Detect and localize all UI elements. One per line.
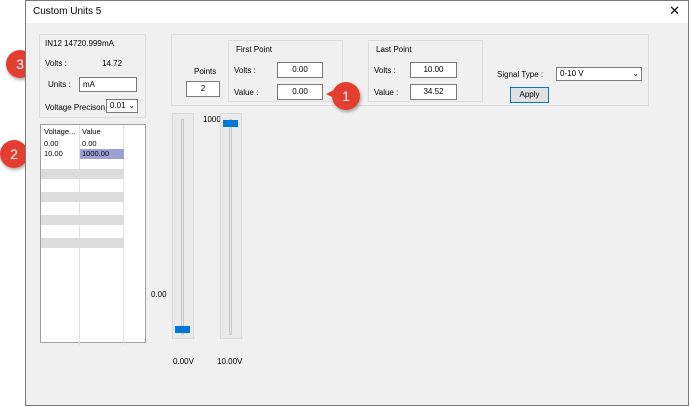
units-input[interactable]: mA	[79, 77, 137, 92]
table-cell-value[interactable]: 0.00	[82, 139, 97, 149]
voltage-precision-value: 0.01	[110, 101, 126, 110]
voltage-precision-label: Voltage Precison	[45, 103, 106, 112]
first-point-value-input[interactable]: 0.00	[277, 84, 323, 100]
chevron-down-icon: ⌄	[632, 69, 639, 78]
signal-type-select[interactable]: 0-10 V ⌄	[556, 67, 642, 81]
callout-2: 2	[0, 140, 28, 168]
last-point-volts-input[interactable]: 10.00	[410, 62, 457, 78]
input-value: 14720.999	[64, 39, 102, 48]
empty-row	[41, 192, 123, 202]
table-cell-voltage[interactable]: 0.00	[44, 139, 59, 149]
voltage-slider-track[interactable]	[181, 119, 184, 335]
voltage-slider-caption: 0.00V	[173, 357, 194, 366]
points-label: Points	[194, 67, 217, 76]
input-unit: mA	[102, 39, 114, 48]
points-table[interactable]: Voltage... Value 0.00 0.00 10.00 1000.00	[40, 124, 146, 345]
slider-max-value-label: 1000	[203, 115, 221, 124]
callout-1: 1	[332, 82, 360, 110]
title-bar: Custom Units 5 ✕	[26, 1, 688, 23]
signal-type-value: 0-10 V	[560, 69, 584, 78]
volts-label: Volts :	[45, 59, 67, 68]
first-point-volts-label: Volts :	[234, 66, 256, 75]
chevron-down-icon: ⌄	[128, 101, 135, 110]
last-point-value-label: Value :	[374, 88, 399, 97]
apply-button[interactable]: Apply	[510, 87, 549, 103]
window-title: Custom Units 5	[33, 6, 102, 17]
voltage-precision-select[interactable]: 0.01 ⌄	[106, 99, 138, 113]
first-point-title: First Point	[236, 45, 273, 54]
first-point-volts-input[interactable]: 0.00	[277, 62, 323, 78]
empty-row	[41, 169, 123, 179]
last-point-volts-label: Volts :	[374, 66, 396, 75]
input-name: IN12	[45, 39, 62, 48]
table-cell-value-selected[interactable]: 1000.00	[80, 149, 124, 159]
last-point-value-input[interactable]: 34.52	[410, 84, 457, 100]
table-cell-voltage[interactable]: 10.00	[44, 149, 63, 159]
last-point-title: Last Point	[376, 45, 412, 54]
column-header-value[interactable]: Value	[82, 127, 122, 137]
empty-row	[41, 215, 123, 225]
custom-units-dialog: Custom Units 5 ✕ IN12 14720.999 mA Volts…	[25, 0, 689, 406]
signal-type-label: Signal Type :	[497, 70, 544, 79]
value-slider-track[interactable]	[229, 119, 232, 335]
slider-min-value-label: 0.00	[151, 290, 167, 299]
value-slider-thumb[interactable]	[223, 120, 238, 127]
points-input[interactable]: 2	[186, 81, 220, 97]
units-label: Units :	[48, 80, 71, 89]
voltage-slider-thumb[interactable]	[175, 326, 190, 333]
empty-row	[41, 238, 123, 248]
column-header-voltage[interactable]: Voltage...	[44, 127, 78, 137]
first-point-value-label: Value :	[234, 88, 259, 97]
volts-reading: 14.72	[102, 59, 123, 68]
close-icon[interactable]: ✕	[669, 3, 680, 19]
value-slider-caption: 10.00V	[217, 357, 243, 366]
